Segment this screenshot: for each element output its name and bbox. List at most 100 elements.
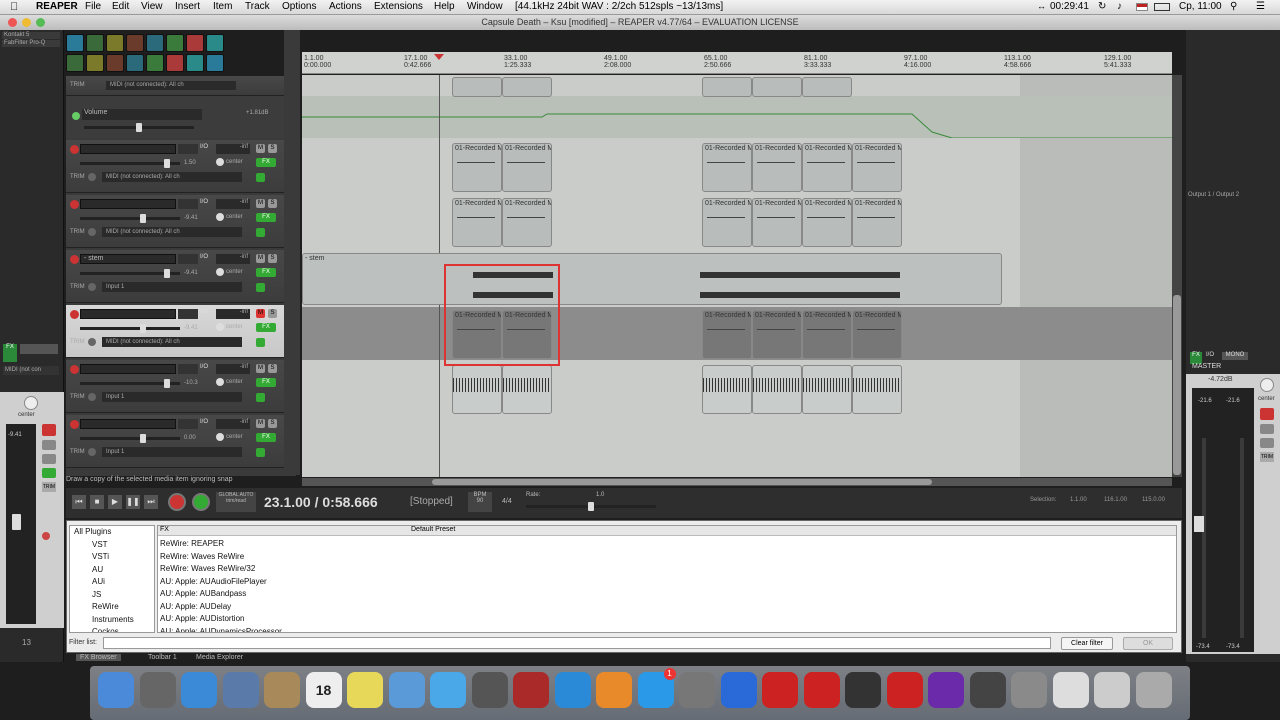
mute-button[interactable]: M <box>256 364 265 373</box>
bpm-box[interactable]: BPM 90 <box>468 492 492 512</box>
media-item[interactable]: 01-Recorded M <box>852 143 902 192</box>
menu-help[interactable]: Help <box>434 1 455 12</box>
toolbar-icon[interactable] <box>206 34 224 52</box>
media-item[interactable]: 01-Recorded M <box>702 143 752 192</box>
fx-slot-2[interactable]: FabFilter Pro-Q <box>2 40 60 47</box>
mail-icon[interactable] <box>222 672 259 708</box>
date-time[interactable]: Ср, 11:00 <box>1179 1 1222 12</box>
trim-button[interactable]: TRIM <box>42 482 56 492</box>
ruler-mark[interactable]: 1.1.00 0:00.000 <box>304 55 331 69</box>
app-icon-4[interactable] <box>1011 672 1047 708</box>
category-aui[interactable]: AUi <box>70 576 154 589</box>
toolbar-icon[interactable] <box>166 54 184 72</box>
stem-folder-item[interactable]: - stem <box>302 253 1002 305</box>
preview-icon[interactable] <box>388 672 425 708</box>
pause-button[interactable]: ❚❚ <box>126 495 140 509</box>
master-mono-button[interactable]: MONO <box>1222 352 1248 360</box>
fx-button[interactable]: FX <box>256 378 276 387</box>
plugin-row[interactable]: ReWire: Waves ReWire/32 <box>160 563 282 576</box>
volume-fader[interactable] <box>80 159 180 168</box>
media-item[interactable] <box>452 77 502 97</box>
monitor-button[interactable] <box>42 468 56 478</box>
phase-icon[interactable] <box>88 173 96 181</box>
selection-end[interactable]: 116.1.00 <box>1104 497 1127 503</box>
phase-icon[interactable] <box>88 228 96 236</box>
track-name[interactable]: - stem <box>80 254 176 264</box>
menu-file[interactable]: File <box>85 1 101 12</box>
global-auto-button[interactable]: GLOBAL AUTO trim/read <box>216 492 256 512</box>
toolbar-icon[interactable] <box>146 54 164 72</box>
media-item[interactable]: 01-Recorded M <box>852 310 902 359</box>
plugin-category-tree[interactable]: All Plugins VST VSTi AU AUi JS ReWire Instrumen… <box>69 525 155 633</box>
repeat-button[interactable] <box>192 493 210 511</box>
timeline-ruler[interactable]: 1.1.00 0:00.000 17.1.00 0:42.666 33.1.00 1:25… <box>302 52 1172 74</box>
time-machine-clock[interactable]: 00:29:41 <box>1050 1 1089 12</box>
record-arm-icon[interactable] <box>70 255 79 264</box>
volume-fader[interactable] <box>80 324 180 333</box>
category-all-plugins[interactable]: All Plugins <box>70 526 154 539</box>
volume-readout[interactable]: -inf <box>216 144 250 154</box>
guitar-pro-icon[interactable] <box>762 672 798 708</box>
notes-icon[interactable] <box>347 672 383 708</box>
media-item[interactable]: 01-Recorded M <box>852 198 902 247</box>
fx-button[interactable]: FX <box>256 213 276 222</box>
app-menu[interactable]: REAPER <box>36 1 78 12</box>
menu-item[interactable]: Item <box>213 1 232 12</box>
menu-track[interactable]: Track <box>245 1 270 12</box>
plugin-row[interactable]: AU: Apple: AUDelay <box>160 601 282 614</box>
track-name[interactable] <box>80 199 176 209</box>
category-au[interactable]: AU <box>70 564 154 577</box>
mute-button[interactable]: M <box>256 419 265 428</box>
stop-button[interactable]: ■ <box>90 495 104 509</box>
app-store-icon[interactable]: 1 <box>637 668 676 708</box>
io-button[interactable]: I/O <box>200 419 208 425</box>
volume-fader[interactable] <box>80 214 180 223</box>
contacts-icon[interactable] <box>264 672 300 708</box>
app-icon-2[interactable] <box>886 672 923 708</box>
media-item[interactable]: 01-Recorded M <box>702 198 752 247</box>
input-select[interactable]: Input 1 <box>102 282 242 292</box>
tab-fx-browser[interactable]: FX Browser <box>76 654 121 661</box>
rate-slider[interactable] <box>526 502 656 511</box>
pan-knob[interactable] <box>216 213 224 221</box>
guitar-solo-icon[interactable] <box>803 672 840 708</box>
input-select[interactable]: Input 1 <box>102 392 242 402</box>
tab-toolbar[interactable]: Toolbar 1 <box>144 654 181 661</box>
menu-insert[interactable]: Insert <box>175 1 200 12</box>
plugin-row[interactable]: ReWire: REAPER <box>160 538 282 551</box>
toolbar-icon[interactable] <box>166 34 184 52</box>
fx-button[interactable]: FX <box>3 344 17 362</box>
record-button[interactable] <box>168 493 186 511</box>
ibooks-icon[interactable] <box>596 672 632 708</box>
solo-button[interactable] <box>42 454 56 464</box>
solo-button[interactable]: S <box>268 254 277 263</box>
media-item[interactable]: 01-Recorded M <box>702 310 752 359</box>
category-cockos[interactable]: Cockos <box>70 626 154 632</box>
track-name[interactable] <box>80 364 176 374</box>
category-vst[interactable]: VST <box>70 539 154 552</box>
system-prefs-icon[interactable] <box>679 672 715 708</box>
media-item[interactable]: 01-Recorded M <box>802 198 852 247</box>
notifications-icon[interactable]: ☰ <box>1256 1 1265 12</box>
app-icon-6[interactable] <box>1094 672 1130 708</box>
menu-view[interactable]: View <box>141 1 163 12</box>
trim-button[interactable]: TRIM <box>70 449 85 455</box>
input-flag-icon[interactable] <box>1136 3 1148 11</box>
phase-icon[interactable] <box>88 448 96 456</box>
category-js[interactable]: JS <box>70 589 154 602</box>
media-item[interactable]: 01-Recorded M <box>502 143 552 192</box>
trim-button[interactable]: TRIM <box>70 229 85 235</box>
solo-button[interactable]: S <box>268 364 277 373</box>
calendar-icon[interactable]: 18 <box>305 672 342 708</box>
menu-actions[interactable]: Actions <box>329 1 362 12</box>
monitor-button[interactable] <box>256 448 265 457</box>
solo-button[interactable]: S <box>268 199 277 208</box>
reaper-icon[interactable] <box>513 672 549 708</box>
toolbar-icon[interactable] <box>126 54 144 72</box>
clear-filter-button[interactable]: Clear filter <box>1061 637 1113 650</box>
ruler-mark[interactable]: 33.1.00 1:25.333 <box>504 55 531 69</box>
media-item[interactable] <box>802 365 852 414</box>
input-select[interactable]: MIDI (not connected): All ch <box>102 227 242 237</box>
volume-fader[interactable] <box>12 514 21 530</box>
menu-window[interactable]: Window <box>467 1 503 12</box>
